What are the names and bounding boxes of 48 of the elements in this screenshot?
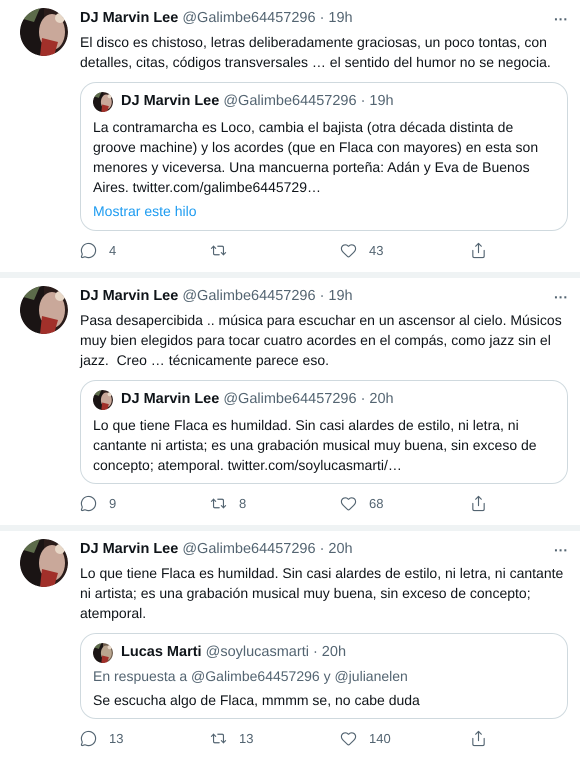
quoted-tweet[interactable]: Lucas Marti @soylucasmarti · 20h En respuesta a @Galimbe64457296 y @julianelen Se escucha algo de Flaca, mmmm se, no cabe duda bbox=[80, 632, 568, 718]
tweet-text: El disco es chistoso, letras deliberadamente graciosas, un poco tontas, con detalles, citas, códigos transversales … el sentido del humor no se negocia. bbox=[80, 32, 552, 72]
tweet-time: · 20h bbox=[360, 390, 394, 409]
tweet-time[interactable]: · 20h bbox=[320, 539, 353, 561]
author-handle[interactable]: @Galimbe64457296 bbox=[182, 286, 316, 308]
author-name[interactable]: DJ Marvin Lee bbox=[121, 388, 220, 410]
quoted-tweet[interactable] bbox=[80, 82, 568, 230]
reply-icon[interactable] bbox=[80, 730, 97, 747]
tweet-text: Pasa desapercibida .. música para escuchar en un ascensor al cielo. Músicos muy bien elegidos para tocar cuatro acordes en el compás, como jazz sin el jazz. Creo … técnicamente parece eso. bbox=[80, 310, 563, 370]
share-icon[interactable] bbox=[470, 494, 487, 512]
quoted-text: La contramarcha es Loco, cambia el bajista (otra década distinta de groove machine) y los acordes (que en Flaca con mayores) en esta son menores y viceversa. Una mancuerna porteña: Adán y Eva de Buenos Aires. twitter.com/galimbe6445729… bbox=[93, 118, 540, 196]
more-options[interactable]: ··· bbox=[554, 12, 568, 26]
tweet-text: Lo que tiene Flaca es humildad. Sin casi alardes de estilo, ni letra, ni cantante ni artista; es una grabación musical muy buena, sin exceso de concepto; atemporal. bbox=[80, 564, 564, 623]
author-handle[interactable]: @soylucasmarti bbox=[206, 642, 309, 664]
author-name[interactable]: Lucas Marti bbox=[121, 642, 202, 664]
tweet-time[interactable]: · 19h bbox=[320, 286, 353, 308]
like-icon[interactable] bbox=[340, 730, 357, 747]
action-count: 13 bbox=[239, 730, 254, 748]
reply-icon[interactable] bbox=[80, 494, 97, 512]
action-count: 140 bbox=[369, 730, 391, 748]
author-name[interactable]: DJ Marvin Lee bbox=[80, 8, 178, 30]
tweet-time[interactable]: · 19h bbox=[320, 8, 353, 30]
action-count: 13 bbox=[109, 730, 124, 748]
like-icon[interactable] bbox=[340, 242, 357, 259]
share-icon[interactable] bbox=[470, 242, 487, 259]
author-handle[interactable]: @Galimbe64457296 bbox=[182, 8, 316, 30]
author-handle[interactable]: @Galimbe64457296 bbox=[223, 388, 357, 410]
reply-context: En respuesta a @Galimbe64457296 y @julianelen bbox=[93, 666, 409, 686]
author-handle[interactable]: @Galimbe64457296 bbox=[223, 90, 357, 112]
author-handle[interactable]: @Galimbe64457296 bbox=[182, 539, 316, 561]
quoted-text: Se escucha algo de Flaca, mmmm se, no cabe duda bbox=[93, 690, 421, 710]
action-count: 4 bbox=[109, 242, 116, 260]
like-icon[interactable] bbox=[340, 494, 357, 512]
share-icon[interactable] bbox=[470, 730, 487, 747]
action-count: 68 bbox=[369, 494, 384, 512]
tweet-time: · 19h bbox=[360, 92, 394, 111]
action-count: 43 bbox=[369, 242, 384, 260]
quoted-tweet[interactable] bbox=[80, 380, 568, 484]
author-name[interactable]: DJ Marvin Lee bbox=[80, 286, 178, 308]
action-count: 9 bbox=[109, 494, 116, 512]
quoted-text: Lo que tiene Flaca es humildad. Sin casi alardes de estilo, ni letra, ni cantante ni artista; es una grabación musical muy buena, sin exceso de concepto; atemporal. twitter.com/soylucasmarti/… bbox=[93, 416, 538, 474]
tweet-time: · 20h bbox=[312, 642, 346, 662]
author-name[interactable]: DJ Marvin Lee bbox=[80, 539, 178, 561]
action-count: 8 bbox=[239, 494, 246, 512]
reply-icon[interactable] bbox=[80, 242, 97, 259]
more-options[interactable]: ··· bbox=[554, 290, 568, 304]
more-options[interactable]: ··· bbox=[554, 542, 568, 557]
author-name[interactable]: DJ Marvin Lee bbox=[121, 90, 220, 112]
